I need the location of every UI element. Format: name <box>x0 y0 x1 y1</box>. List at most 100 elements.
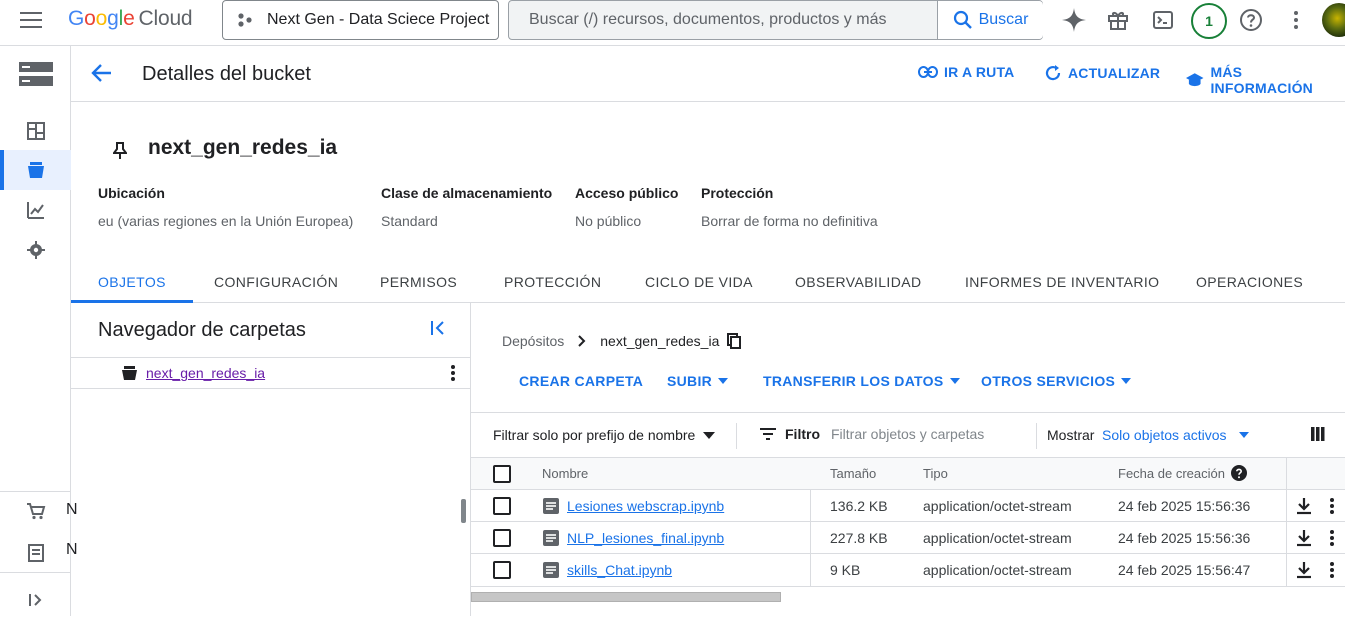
tab-objects[interactable]: OBJETOS <box>71 261 193 303</box>
search-input[interactable] <box>509 1 937 39</box>
tab-lifecycle[interactable]: CICLO DE VIDA <box>645 261 753 302</box>
column-divider <box>1286 458 1287 490</box>
go-to-path-button[interactable]: IR A RUTA <box>918 64 1015 80</box>
top-bar: Google Cloud Next Gen - Data Sciece Proje… <box>0 0 1345 46</box>
row-checkbox[interactable] <box>493 497 511 515</box>
tab-permissions[interactable]: PERMISOS <box>380 261 457 302</box>
upload-button[interactable]: SUBIR <box>667 373 729 389</box>
file-name-link[interactable]: Lesiones webscrap.ipynb <box>567 498 724 514</box>
project-selector[interactable]: Next Gen - Data Sciece Project <box>222 0 499 40</box>
show-label: Mostrar <box>1047 427 1095 443</box>
property-location: Ubicación eu (varias regiones en la Unió… <box>98 185 353 229</box>
other-services-button[interactable]: OTROS SERVICIOS <box>981 373 1132 389</box>
folder-tree-item-label[interactable]: next_gen_redes_ia <box>146 365 265 381</box>
download-icon[interactable] <box>1296 497 1312 515</box>
file-icon <box>543 530 559 546</box>
more-vert-icon[interactable] <box>1329 561 1335 579</box>
transfer-data-button[interactable]: TRANSFERIR LOS DATOS <box>763 373 960 389</box>
property-public-access: Acceso público No público <box>575 185 678 229</box>
gemini-icon[interactable] <box>1060 6 1088 34</box>
tab-configuration[interactable]: CONFIGURACIÓN <box>214 261 338 302</box>
storage-product-icon[interactable] <box>0 54 71 94</box>
objects-content: Depósitos next_gen_redes_ia CREAR CARPET… <box>471 303 1345 616</box>
column-divider <box>1286 490 1287 522</box>
go-to-path-label: IR A RUTA <box>944 64 1015 80</box>
settings-icon[interactable] <box>0 230 71 270</box>
search-button[interactable]: Buscar <box>937 1 1043 39</box>
more-vert-icon[interactable] <box>450 364 456 387</box>
file-created: 24 feb 2025 15:56:47 <box>1118 562 1251 578</box>
pin-icon[interactable] <box>112 142 128 165</box>
column-header-size[interactable]: Tamaño <box>830 466 876 481</box>
breadcrumb-root[interactable]: Depósitos <box>502 333 564 349</box>
filter-input[interactable] <box>831 426 1031 442</box>
gift-icon[interactable] <box>1104 6 1132 34</box>
property-label: Ubicación <box>98 185 165 201</box>
copy-icon[interactable] <box>727 333 742 349</box>
avatar[interactable] <box>1322 3 1345 37</box>
search-icon <box>953 10 972 29</box>
more-vert-icon[interactable] <box>1282 6 1310 34</box>
more-info-label: MÁS INFORMACIÓN <box>1210 64 1313 96</box>
property-value: Borrar de forma no definitiva <box>701 213 878 229</box>
nav-divider <box>0 572 71 573</box>
logo-google-text: Google <box>68 7 135 30</box>
project-icon <box>238 13 252 27</box>
school-icon <box>1185 73 1204 87</box>
google-cloud-logo[interactable]: Google Cloud <box>68 7 193 31</box>
objects-toolbar: CREAR CARPETA SUBIR TRANSFERIR LOS DATOS… <box>471 373 1345 393</box>
buckets-nav-icon[interactable] <box>0 150 71 190</box>
folder-tree-item[interactable]: next_gen_redes_ia <box>71 357 471 389</box>
search-box: Buscar <box>508 0 1043 40</box>
download-icon[interactable] <box>1296 529 1312 547</box>
property-protection: Protección Borrar de forma no definitiva <box>701 185 878 229</box>
release-notes-icon[interactable] <box>0 533 71 573</box>
filter-divider <box>1036 423 1037 449</box>
horizontal-scrollbar[interactable] <box>471 592 781 602</box>
tab-operations[interactable]: OPERACIONES <box>1196 261 1303 302</box>
monitoring-icon[interactable] <box>0 190 71 230</box>
more-vert-icon[interactable] <box>1329 529 1335 547</box>
show-objects-dropdown[interactable]: Solo objetos activos <box>1102 427 1249 443</box>
more-vert-icon[interactable] <box>1329 497 1335 515</box>
tab-observability[interactable]: OBSERVABILIDAD <box>795 261 921 302</box>
help-icon[interactable] <box>1237 6 1265 34</box>
file-name-link[interactable]: NLP_lesiones_final.ipynb <box>567 530 724 546</box>
upload-label: SUBIR <box>667 373 713 389</box>
back-arrow-icon[interactable] <box>91 62 113 89</box>
property-label: Clase de almacenamiento <box>381 185 553 201</box>
column-header-name[interactable]: Nombre <box>542 466 588 481</box>
help-icon[interactable] <box>1231 465 1247 481</box>
column-display-icon[interactable] <box>1311 427 1325 446</box>
download-icon[interactable] <box>1296 561 1312 579</box>
cloud-shell-icon[interactable] <box>1149 6 1177 34</box>
row-checkbox[interactable] <box>493 561 511 579</box>
refresh-button[interactable]: ACTUALIZAR <box>1044 64 1160 82</box>
refresh-label: ACTUALIZAR <box>1068 65 1161 81</box>
property-value: Standard <box>381 213 438 229</box>
file-name-link[interactable]: skills_Chat.ipynb <box>567 562 672 578</box>
column-header-type[interactable]: Tipo <box>923 466 948 481</box>
file-created: 24 feb 2025 15:56:36 <box>1118 498 1251 514</box>
more-info-button[interactable]: MÁS INFORMACIÓN <box>1185 64 1345 96</box>
prefix-filter-dropdown[interactable]: Filtrar solo por prefijo de nombre <box>493 427 716 443</box>
panel-scrollbar[interactable] <box>461 499 466 523</box>
other-services-label: OTROS SERVICIOS <box>981 373 1116 389</box>
tab-inventory-reports[interactable]: INFORMES DE INVENTARIO <box>965 261 1159 302</box>
expand-nav-icon[interactable] <box>0 580 71 620</box>
dashboard-icon[interactable] <box>0 111 71 151</box>
collapse-panel-icon[interactable] <box>430 320 446 341</box>
transfer-label: TRANSFERIR LOS DATOS <box>763 373 944 389</box>
main-menu-button[interactable] <box>20 12 42 28</box>
notifications-badge[interactable]: 1 <box>1191 3 1227 39</box>
dropdown-arrow-icon <box>1121 378 1132 384</box>
property-label: Acceso público <box>575 185 679 201</box>
column-header-created[interactable]: Fecha de creación <box>1118 466 1225 481</box>
tab-protection[interactable]: PROTECCIÓN <box>504 261 601 302</box>
create-folder-button[interactable]: CREAR CARPETA <box>519 373 643 389</box>
row-checkbox[interactable] <box>493 529 511 547</box>
table-row: NLP_lesiones_final.ipynb 227.8 KB applic… <box>471 522 1345 554</box>
select-all-checkbox[interactable] <box>493 465 511 483</box>
marketplace-icon[interactable] <box>0 491 71 531</box>
column-divider <box>810 554 811 586</box>
